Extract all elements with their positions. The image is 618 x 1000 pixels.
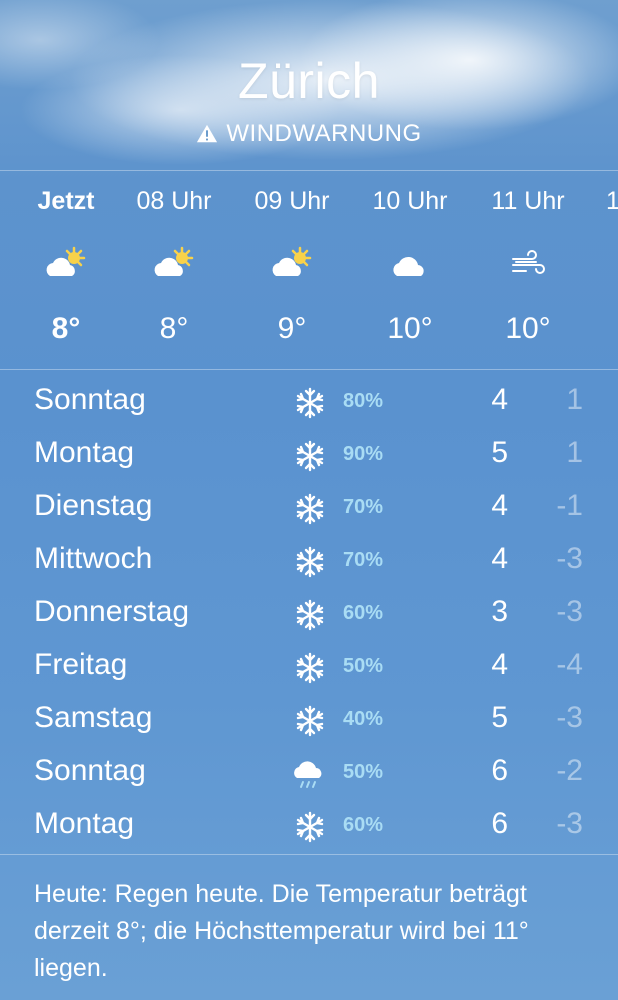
- hour-time: 09 Uhr: [254, 187, 330, 215]
- precipitation-probability: 60%: [343, 602, 384, 624]
- low-temp: -3: [556, 807, 583, 840]
- day-row: Dienstag 70% 4 -1: [0, 481, 618, 533]
- precipitation-probability: 80%: [343, 390, 384, 412]
- partly-sunny-icon: [7, 244, 125, 284]
- day-name: Sonntag: [34, 754, 146, 787]
- high-temp: 4: [491, 489, 508, 522]
- day-row: Samstag 40% 5 -3: [0, 693, 618, 745]
- hour-temp: 9°: [277, 312, 307, 345]
- day-row: Sonntag 50% 6 -2: [0, 746, 618, 798]
- hour-time: 11 Uhr: [491, 187, 565, 215]
- snowflake-icon: [290, 650, 330, 686]
- hour-temp: 8°: [51, 312, 81, 345]
- header: Zürich WINDWARNUNG: [0, 0, 618, 170]
- hourly-forecast[interactable]: Jetzt 8° 08 Uhr 8° 09 Uhr 9° 10 Uhr 10° …: [0, 172, 618, 368]
- hour-temp: 10°: [387, 312, 433, 345]
- snowflake-icon: [290, 385, 330, 421]
- high-temp: 5: [491, 436, 508, 469]
- weather-summary: Heute: Regen heute. Die Temperatur beträ…: [34, 880, 529, 982]
- high-temp: 4: [491, 383, 508, 416]
- precipitation-probability: 50%: [343, 761, 384, 783]
- warning-icon: [197, 124, 218, 143]
- low-temp: -3: [556, 701, 583, 734]
- rain-cloud-icon: [290, 756, 330, 792]
- high-temp: 3: [491, 595, 508, 628]
- day-row: Sonntag 80% 4 1: [0, 375, 618, 427]
- alert-text: WINDWARNUNG: [226, 120, 422, 147]
- day-name: Sonntag: [34, 383, 146, 416]
- day-name: Freitag: [34, 648, 128, 681]
- day-row: Mittwoch 70% 4 -3: [0, 534, 618, 586]
- divider: [0, 854, 618, 855]
- precipitation-probability: 50%: [343, 655, 384, 677]
- city-name: Zürich: [238, 53, 380, 109]
- low-temp: -3: [556, 542, 583, 575]
- weather-alert[interactable]: WINDWARNUNG: [0, 120, 618, 148]
- divider: [0, 170, 618, 171]
- day-name: Montag: [34, 807, 135, 840]
- high-temp: 6: [491, 807, 508, 840]
- day-row: Montag 90% 5 1: [0, 428, 618, 480]
- precipitation-probability: 70%: [343, 549, 384, 571]
- high-temp: 4: [491, 648, 508, 681]
- precipitation-probability: 60%: [343, 814, 384, 836]
- day-name: Mittwoch: [34, 542, 153, 575]
- hour-time: 10 Uhr: [372, 187, 448, 215]
- hour-time: 08 Uhr: [136, 187, 212, 215]
- day-name: Donnerstag: [34, 595, 190, 628]
- day-row: Freitag 50% 4 -4: [0, 640, 618, 692]
- snowflake-icon: [290, 544, 330, 580]
- day-row: Donnerstag 60% 3 -3: [0, 587, 618, 639]
- low-temp: -3: [556, 595, 583, 628]
- snowflake-icon: [290, 597, 330, 633]
- hour-time: Jetzt: [37, 187, 95, 215]
- snowflake-icon: [290, 809, 330, 845]
- wind-icon: [469, 244, 587, 284]
- snowflake-icon: [290, 438, 330, 474]
- precipitation-probability: 90%: [343, 443, 384, 465]
- high-temp: 5: [491, 701, 508, 734]
- precipitation-probability: 70%: [343, 496, 384, 518]
- snowflake-icon: [290, 491, 330, 527]
- low-temp: -4: [556, 648, 583, 681]
- day-row: Montag 60% 6 -3: [0, 799, 618, 851]
- high-temp: 6: [491, 754, 508, 787]
- cloud-icon: [351, 244, 469, 284]
- precipitation-probability: 40%: [343, 708, 384, 730]
- day-name: Samstag: [34, 701, 153, 734]
- low-temp: -1: [556, 489, 583, 522]
- hour-temp: 8°: [159, 312, 189, 345]
- partly-sunny-icon: [115, 244, 233, 284]
- hour-temp: 10°: [505, 312, 551, 345]
- snowflake-icon: [290, 703, 330, 739]
- low-temp: 1: [566, 383, 583, 416]
- low-temp: 1: [566, 436, 583, 469]
- hour-time: 1: [606, 187, 618, 215]
- high-temp: 4: [491, 542, 508, 575]
- day-name: Dienstag: [34, 489, 153, 522]
- divider: [0, 369, 618, 370]
- partly-sunny-icon: [233, 244, 351, 284]
- day-name: Montag: [34, 436, 135, 469]
- low-temp: -2: [556, 754, 583, 787]
